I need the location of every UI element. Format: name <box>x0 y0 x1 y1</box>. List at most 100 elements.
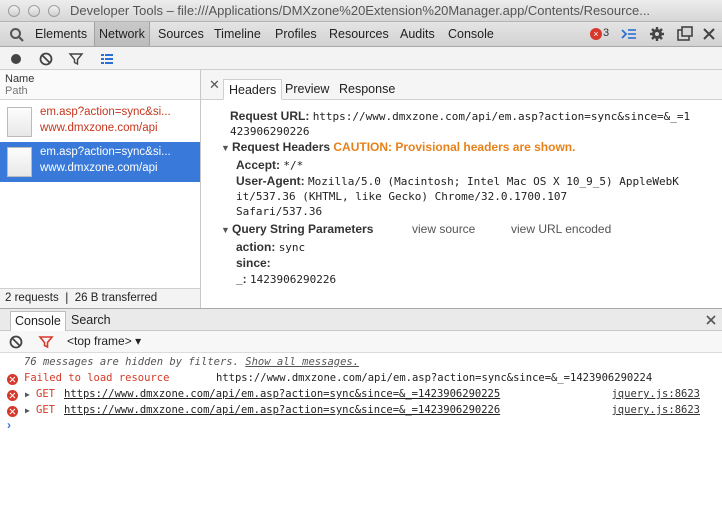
tab-elements[interactable]: Elements <box>31 22 91 46</box>
console-message-text: Failed to load resource <box>24 372 170 384</box>
record-icon[interactable] <box>8 51 24 67</box>
request-url-label: Request URL: <box>230 109 310 123</box>
console-message-url[interactable]: https://www.dmxzone.com/api/em.asp?actio… <box>64 388 500 400</box>
tab-response[interactable]: Response <box>334 79 400 100</box>
console-source-link[interactable]: jquery.js:8623 <box>611 388 700 400</box>
user-agent-header: User-Agent: Mozilla/5.0 (Macintosh; Inte… <box>236 174 679 188</box>
tab-preview[interactable]: Preview <box>280 79 334 100</box>
hidden-messages-notice: 76 messages are hidden by filters. Show … <box>24 356 714 371</box>
tab-resources[interactable]: Resources <box>325 22 393 46</box>
clear-console-icon[interactable] <box>8 334 24 350</box>
request-name: em.asp?action=sync&si... <box>40 146 171 158</box>
frame-selector[interactable]: <top frame> ▾ <box>67 334 141 348</box>
frame-selector-value: <top frame> <box>67 334 132 348</box>
request-row[interactable]: em.asp?action=sync&si... www.dmxzone.com… <box>0 102 200 142</box>
console-source-link[interactable]: jquery.js:8623 <box>611 404 700 416</box>
search-icon[interactable] <box>9 27 25 43</box>
user-agent-label: User-Agent: <box>236 174 305 188</box>
network-controls <box>0 47 722 70</box>
error-icon[interactable]: × <box>590 28 602 40</box>
param-row: _: 1423906290226 <box>236 272 336 286</box>
column-name[interactable]: Name <box>5 73 34 85</box>
drawer-tabbar: Console Search <box>0 308 722 331</box>
error-icon <box>7 374 18 385</box>
param-key: action: <box>236 240 276 254</box>
accept-value: */* <box>283 159 304 172</box>
request-name: em.asp?action=sync&si... <box>40 106 171 118</box>
param-value: sync <box>278 241 306 254</box>
console-message: ▶ GET https://www.dmxzone.com/api/em.asp… <box>0 388 722 403</box>
tab-network[interactable]: Network <box>94 22 150 46</box>
accept-label: Accept: <box>236 158 281 172</box>
accept-header: Accept: */* <box>236 158 303 172</box>
request-details-pane: ✕ Headers Preview Response Request URL: … <box>201 70 722 308</box>
user-agent-value: Mozilla/5.0 (Macintosh; Intel Mac OS X 1… <box>308 175 679 188</box>
document-icon <box>7 107 32 137</box>
request-url-value: https://www.dmxzone.com/api/em.asp?actio… <box>312 110 691 123</box>
error-count[interactable]: 3 <box>603 27 609 39</box>
param-row: since: <box>236 256 271 270</box>
title-bar: Developer Tools – file:///Applications/D… <box>0 0 722 22</box>
request-url-row: Request URL: https://www.dmxzone.com/api… <box>230 109 690 123</box>
user-agent-value-cont2: Safari/537.36 <box>236 205 323 218</box>
error-icon <box>7 390 18 401</box>
console-message: Failed to load resource https://www.dmxz… <box>0 372 722 387</box>
close-window-button[interactable] <box>8 5 20 17</box>
expand-triangle-icon[interactable]: ▶ <box>25 406 30 415</box>
param-row: action: sync <box>236 240 305 254</box>
dropdown-arrow-icon: ▾ <box>135 334 142 348</box>
console-drawer-icon[interactable] <box>620 26 638 42</box>
hidden-messages-text: 76 messages are hidden by filters. <box>24 356 239 368</box>
close-details-icon[interactable]: ✕ <box>209 77 220 93</box>
dock-icon[interactable] <box>676 26 694 42</box>
tab-sources[interactable]: Sources <box>154 22 208 46</box>
drawer-tab-search[interactable]: Search <box>67 311 115 331</box>
caution-warning: CAUTION: Provisional headers are shown. <box>333 140 576 154</box>
column-path[interactable]: Path <box>5 85 28 97</box>
console-prompt[interactable]: › <box>7 418 11 432</box>
param-key: since: <box>236 256 271 270</box>
window-title: Developer Tools – file:///Applications/D… <box>70 3 651 18</box>
zoom-window-button[interactable] <box>48 5 60 17</box>
view-source-link[interactable]: view source <box>412 222 475 236</box>
drawer-tab-console[interactable]: Console <box>10 311 66 331</box>
expand-triangle-icon[interactable]: ▶ <box>25 390 30 399</box>
view-url-encoded-link[interactable]: view URL encoded <box>511 222 611 236</box>
param-value: 1423906290226 <box>250 273 337 286</box>
request-headers-row[interactable]: Request Headers CAUTION: Provisional hea… <box>232 140 575 154</box>
request-url-value-cont: 423906290226 <box>230 125 310 138</box>
expand-triangle-icon[interactable]: ▼ <box>221 143 230 153</box>
request-row-selected[interactable]: em.asp?action=sync&si... www.dmxzone.com… <box>0 142 200 182</box>
tab-timeline[interactable]: Timeline <box>210 22 265 46</box>
requests-column-header[interactable]: Name Path <box>0 70 200 100</box>
list-view-icon[interactable] <box>99 51 115 67</box>
expand-triangle-icon[interactable]: ▼ <box>221 225 230 235</box>
minimize-window-button[interactable] <box>28 5 40 17</box>
gear-icon[interactable] <box>648 26 666 42</box>
requests-pane: Name Path em.asp?action=sync&si... www.d… <box>0 70 201 308</box>
close-icon[interactable] <box>700 26 718 42</box>
user-agent-value-cont: it/537.36 (KHTML, like Gecko) Chrome/32.… <box>236 190 568 203</box>
devtools-toolbar: Elements Network Sources Timeline Profil… <box>0 22 722 47</box>
console-message-method: GET <box>36 388 55 400</box>
param-key: _: <box>236 272 247 286</box>
details-tabbar: ✕ Headers Preview Response <box>201 70 722 100</box>
tab-profiles[interactable]: Profiles <box>271 22 321 46</box>
query-params-row[interactable]: Query String Parameters <box>232 222 373 236</box>
console-message-url[interactable]: https://www.dmxzone.com/api/em.asp?actio… <box>216 372 652 384</box>
request-headers-label: Request Headers <box>232 140 331 154</box>
network-summary: 2 requests ❘ 26 B transferred <box>0 288 200 308</box>
tab-headers[interactable]: Headers <box>223 79 283 100</box>
close-drawer-icon[interactable] <box>703 312 719 328</box>
tab-console[interactable]: Console <box>444 22 498 46</box>
console-controls: <top frame> ▾ <box>0 331 722 353</box>
filter-icon[interactable] <box>68 51 84 67</box>
clear-icon[interactable] <box>38 51 54 67</box>
document-icon <box>7 147 32 177</box>
tab-audits[interactable]: Audits <box>396 22 439 46</box>
console-filter-icon[interactable] <box>38 334 54 350</box>
console-message-url[interactable]: https://www.dmxzone.com/api/em.asp?actio… <box>64 404 500 416</box>
console-message: ▶ GET https://www.dmxzone.com/api/em.asp… <box>0 404 722 419</box>
request-path: www.dmxzone.com/api <box>40 122 158 134</box>
show-all-messages-link[interactable]: Show all messages. <box>245 356 359 368</box>
